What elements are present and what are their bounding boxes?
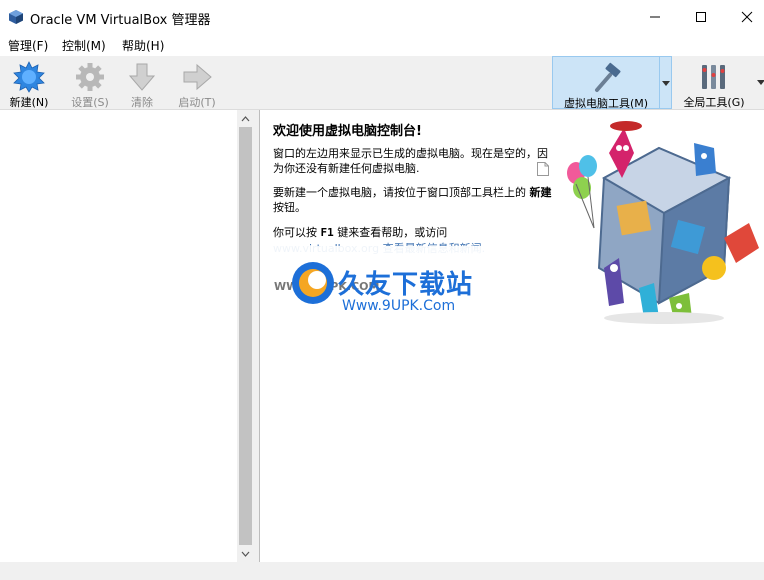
chevron-down-icon xyxy=(241,551,250,557)
vm-list[interactable] xyxy=(0,110,237,562)
new-button[interactable]: 新建(N) xyxy=(4,56,54,110)
menu-machine[interactable]: 控制(M) xyxy=(62,37,106,54)
window-title: Oracle VM VirtualBox 管理器 xyxy=(30,13,211,28)
title-bar: Oracle VM VirtualBox 管理器 xyxy=(0,0,764,34)
arrow-down-icon xyxy=(128,63,156,91)
maximize-button[interactable] xyxy=(678,0,724,34)
discard-button[interactable]: 清除 xyxy=(120,56,164,110)
hammer-icon xyxy=(595,62,621,92)
menu-help[interactable]: 帮助(H) xyxy=(122,37,164,54)
virtualbox-cube-icon xyxy=(9,10,23,24)
global-tools-button[interactable]: 全局工具(G) xyxy=(676,56,752,110)
machine-tools-button[interactable]: 虚拟电脑工具(M) xyxy=(552,56,660,110)
scroll-up-button[interactable] xyxy=(237,110,254,127)
machine-tools-dropdown[interactable] xyxy=(660,56,672,109)
status-bar xyxy=(0,562,764,580)
menu-file[interactable]: 管理(F) xyxy=(8,37,48,54)
settings-button[interactable]: 设置(S) xyxy=(64,56,116,110)
global-tools-label: 全局工具(G) xyxy=(683,96,745,109)
vm-list-scrollbar[interactable] xyxy=(237,110,254,562)
document-icon xyxy=(537,162,549,176)
f1-key: F1 xyxy=(320,226,334,239)
settings-label: 设置(S) xyxy=(71,96,109,109)
watermark-brand-text: 久友下载站 xyxy=(338,270,474,300)
welcome-title: 欢迎使用虚拟电脑控制台! xyxy=(273,124,422,139)
welcome-pane: 欢迎使用虚拟电脑控制台! 窗口的左边用来显示已生成的虚拟电脑。现在是空的，因为你… xyxy=(261,110,764,562)
welcome-para-2-prefix: 要新建一个虚拟电脑，请按位于窗口顶部工具栏上的 xyxy=(273,186,530,199)
maximize-icon xyxy=(696,12,706,22)
new-starburst-icon xyxy=(13,61,45,93)
scroll-down-button[interactable] xyxy=(237,545,254,562)
welcome-para-3-prefix: 你可以按 xyxy=(273,226,321,239)
start-label: 启动(T) xyxy=(178,96,216,109)
welcome-para-2: 要新建一个虚拟电脑，请按位于窗口顶部工具栏上的 新建 按钮。 xyxy=(273,185,553,215)
chevron-down-icon[interactable] xyxy=(757,80,764,85)
welcome-para-3-suffix: 键来查看帮助，或访问 xyxy=(333,226,448,239)
welcome-para-3: 你可以按 F1 键来查看帮助，或访问 xyxy=(273,225,553,240)
new-label: 新建(N) xyxy=(9,96,49,109)
welcome-para-1: 窗口的左边用来显示已生成的虚拟电脑。现在是空的，因为你还没有新建任何虚拟电脑. xyxy=(273,147,548,175)
close-icon xyxy=(741,11,753,23)
arrow-right-icon xyxy=(183,63,212,91)
tools-icon xyxy=(702,65,725,89)
chevron-down-icon xyxy=(662,81,670,86)
chevron-up-icon xyxy=(241,115,250,121)
watermark-logo-icon xyxy=(292,262,334,304)
panel-splitter[interactable] xyxy=(254,110,260,562)
watermark-overlay: WWW.9UPK.COM 久友下载站 Www.9UPK.Com xyxy=(270,246,495,336)
scroll-thumb[interactable] xyxy=(239,127,252,545)
minimize-button[interactable] xyxy=(632,0,678,34)
new-keyword: 新建 xyxy=(529,186,552,199)
discard-label: 清除 xyxy=(131,96,153,109)
start-button[interactable]: 启动(T) xyxy=(168,56,226,110)
gear-icon xyxy=(76,63,104,91)
toolbar: 新建(N) 设置(S) 清除 启动(T) 虚拟电脑工具(M) 全局工具(G) xyxy=(0,56,764,110)
menu-bar: 管理(F) 控制(M) 帮助(H) xyxy=(0,34,764,56)
close-button[interactable] xyxy=(724,0,764,34)
welcome-para-2-suffix: 按钮。 xyxy=(273,201,306,214)
virtualbox-mascot-illustration xyxy=(567,121,759,324)
minimize-icon xyxy=(650,16,660,18)
watermark-url-text: Www.9UPK.Com xyxy=(342,298,456,314)
machine-tools-label: 虚拟电脑工具(M) xyxy=(563,97,649,110)
